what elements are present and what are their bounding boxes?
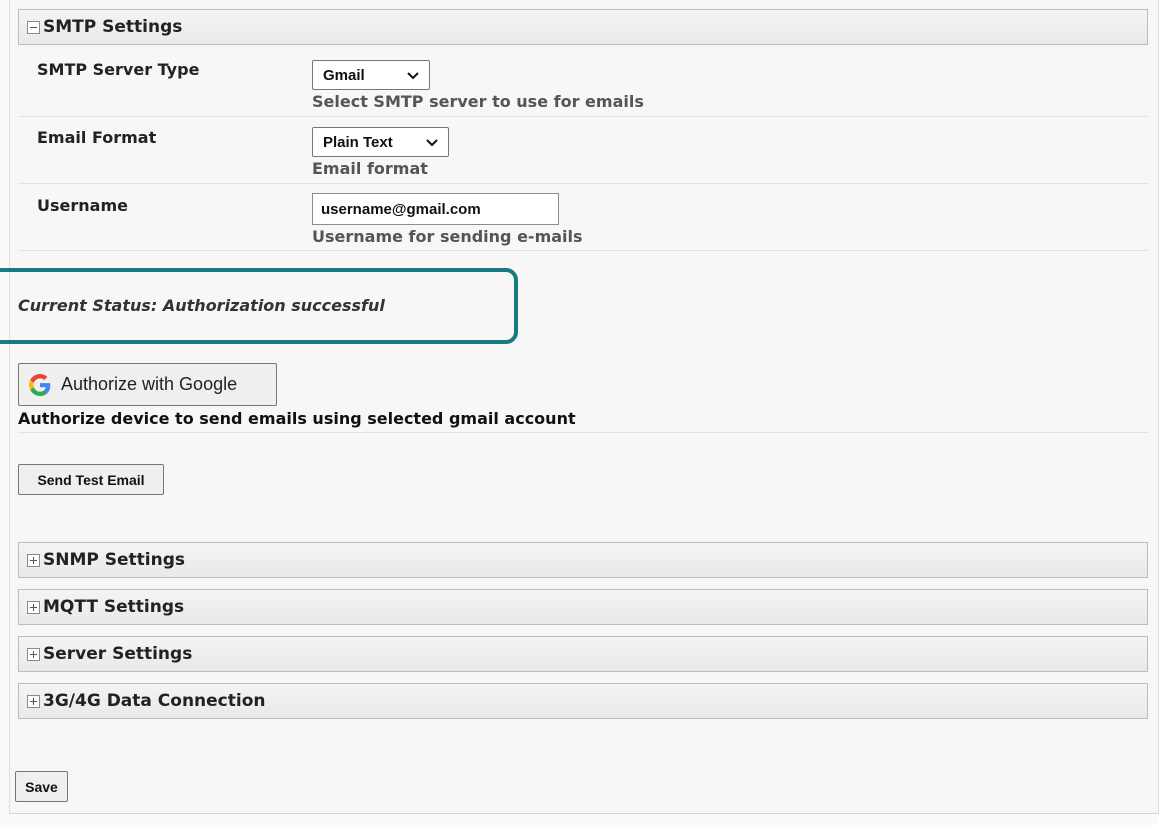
google-g-icon <box>29 373 51 396</box>
plus-box-icon[interactable] <box>27 600 40 614</box>
snmp-settings-title: SNMP Settings <box>43 550 186 570</box>
authorize-button-label: Authorize with Google <box>61 374 238 394</box>
email-format-value: Plain Text <box>323 133 393 151</box>
mqtt-settings-title: MQTT Settings <box>43 597 185 617</box>
authorize-description: Authorize device to send emails using se… <box>18 409 576 428</box>
server-settings-header[interactable]: Server Settings <box>18 636 1148 672</box>
data-connection-header[interactable]: 3G/4G Data Connection <box>18 683 1148 719</box>
smtp-server-type-label: SMTP Server Type <box>37 60 200 79</box>
row-divider <box>18 432 1148 433</box>
smtp-server-type-value: Gmail <box>323 66 365 84</box>
server-settings-title: Server Settings <box>43 644 193 664</box>
row-divider <box>18 250 1148 251</box>
mqtt-settings-header[interactable]: MQTT Settings <box>18 589 1148 625</box>
smtp-server-type-select[interactable]: Gmail <box>312 60 430 90</box>
chevron-down-icon <box>426 139 438 147</box>
username-input[interactable] <box>312 193 559 225</box>
email-format-label: Email Format <box>37 128 157 147</box>
email-format-help: Email format <box>312 159 428 178</box>
smtp-settings-header[interactable]: SMTP Settings <box>18 9 1148 45</box>
snmp-settings-header[interactable]: SNMP Settings <box>18 542 1148 578</box>
data-connection-title: 3G/4G Data Connection <box>43 691 266 711</box>
email-format-select[interactable]: Plain Text <box>312 127 449 157</box>
plus-box-icon[interactable] <box>27 553 40 567</box>
status-highlight-box <box>0 268 518 344</box>
save-button[interactable]: Save <box>15 771 68 802</box>
username-help: Username for sending e-mails <box>312 227 583 246</box>
chevron-down-icon <box>407 72 419 80</box>
row-divider <box>18 183 1148 184</box>
minus-box-icon[interactable] <box>27 20 40 34</box>
smtp-settings-title: SMTP Settings <box>43 17 183 37</box>
row-divider <box>18 116 1148 117</box>
authorize-with-google-button[interactable]: Authorize with Google <box>18 363 277 406</box>
smtp-server-type-help: Select SMTP server to use for emails <box>312 92 644 111</box>
plus-box-icon[interactable] <box>27 694 40 708</box>
send-test-email-button[interactable]: Send Test Email <box>18 464 164 495</box>
plus-box-icon[interactable] <box>27 647 40 661</box>
username-label: Username <box>37 196 128 215</box>
